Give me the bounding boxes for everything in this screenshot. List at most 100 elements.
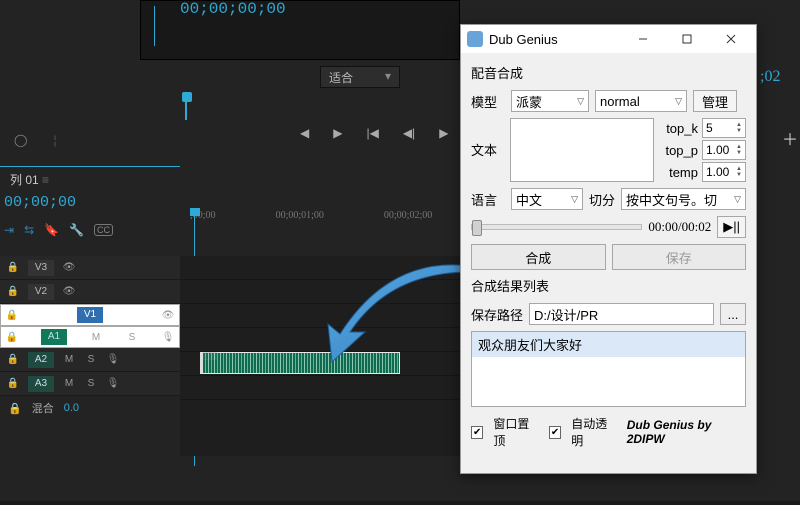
chevron-down-icon: ▽ [734, 194, 741, 205]
spinner-arrows-icon: ▲▼ [736, 166, 742, 178]
results-list[interactable]: 观众朋友们大家好 [471, 331, 746, 407]
lock-icon[interactable]: 🔒 [8, 402, 22, 415]
lock-icon[interactable]: 🔒 [5, 332, 19, 343]
lock-icon[interactable]: 🔒 [6, 262, 20, 273]
param-column: top_k 5▲▼ top_p 1.00▲▼ temp 1.00▲▼ [660, 118, 746, 182]
synth-button[interactable]: 合成 [471, 244, 606, 270]
go-start-icon[interactable]: |◀ [366, 126, 378, 140]
manage-button[interactable]: 管理 [693, 90, 737, 112]
lock-icon[interactable]: 🔒 [6, 378, 20, 389]
solo-button[interactable]: S [84, 378, 98, 389]
right-timecode: ;02 [760, 68, 780, 86]
track-headers: 🔒V3👁 🔒V2👁 🔒V1👁 🔒A1MS🎙 🔒A2MS🎙 🔒A3MS🎙 🔒混合0… [0, 256, 180, 420]
app-icon [467, 31, 483, 47]
mix-row[interactable]: 🔒混合0.0 [0, 396, 180, 420]
snap-icon[interactable]: ⇥ [4, 223, 14, 237]
play-pause-button[interactable]: ▶|| [717, 216, 746, 238]
lang-label: 语言 [471, 190, 505, 209]
track-a3[interactable]: 🔒A3MS🎙 [0, 372, 180, 396]
waveform [203, 353, 399, 373]
play-icon[interactable]: ▶ [439, 126, 448, 140]
minimize-button[interactable] [624, 25, 662, 53]
spinner-arrows-icon: ▲▼ [736, 144, 742, 156]
temp-label: temp [660, 165, 698, 180]
save-path-input[interactable]: D:/设计/PR [529, 303, 714, 325]
playback-slider[interactable] [471, 224, 642, 230]
voiceover-icon[interactable]: 🎙 [161, 332, 175, 343]
mark-out-icon[interactable]: ▶ [333, 126, 342, 140]
solo-button[interactable]: S [125, 332, 139, 343]
slider-thumb[interactable] [472, 220, 482, 236]
track-v3[interactable]: 🔒V3👁 [0, 256, 180, 280]
lock-icon[interactable]: 🔒 [6, 286, 20, 297]
section-results-header: 合成结果列表 [471, 276, 746, 295]
topmost-label: 窗口置顶 [493, 415, 538, 449]
monitor-playhead[interactable] [182, 92, 192, 102]
path-label: 保存路径 [471, 305, 523, 324]
mute-button[interactable]: M [62, 354, 76, 365]
sequence-timecode[interactable]: 00;00;00 [4, 194, 76, 211]
text-input[interactable] [510, 118, 654, 182]
close-button[interactable] [712, 25, 750, 53]
timeline-ruler[interactable]: ;00;00 00;00;01;00 00;00;02;00 [190, 210, 432, 224]
voiceover-icon[interactable]: 🎙 [106, 378, 120, 389]
eye-icon[interactable]: 👁 [161, 310, 175, 321]
dub-genius-window[interactable]: Dub Genius 配音合成 模型 派蒙▽ normal▽ 管理 文本 top… [460, 24, 757, 474]
chevron-down-icon: ▽ [577, 96, 584, 107]
window-title: Dub Genius [489, 32, 558, 47]
step-back-icon[interactable]: ◀| [403, 126, 415, 140]
split-select[interactable]: 按中文句号。切▽ [621, 188, 746, 210]
footer-row: ✔ 窗口置顶 ✔ 自动透明 Dub Genius by 2DIPW [471, 415, 746, 449]
spinner-arrows-icon: ▲▼ [736, 122, 742, 134]
titlebar[interactable]: Dub Genius [461, 25, 756, 53]
solo-button[interactable]: S [84, 354, 98, 365]
sequence-tab[interactable]: 列 01 ≡ [0, 166, 180, 192]
wrench-icon[interactable]: 🔧 [69, 223, 84, 237]
track-a1[interactable]: 🔒A1MS🎙 [0, 326, 180, 348]
topmost-checkbox[interactable]: ✔ [471, 426, 483, 439]
lock-icon[interactable]: 🔒 [6, 354, 20, 365]
playback-time: 00:00/00:02 [648, 219, 711, 235]
mute-button[interactable]: M [89, 332, 103, 343]
audio-clip[interactable]: 蒋 [200, 352, 400, 374]
window-body: 配音合成 模型 派蒙▽ normal▽ 管理 文本 top_k 5▲▼ top_p… [461, 53, 756, 457]
voiceover-icon[interactable]: 🎙 [106, 354, 120, 365]
mode-select[interactable]: normal▽ [595, 90, 687, 112]
lang-select[interactable]: 中文▽ [511, 188, 583, 210]
transparent-label: 自动透明 [571, 415, 616, 449]
text-label: 文本 [471, 140, 504, 159]
mute-button[interactable]: M [62, 378, 76, 389]
track-a2[interactable]: 🔒A2MS🎙 [0, 348, 180, 372]
temp-spinner[interactable]: 1.00▲▼ [702, 162, 746, 182]
maximize-button[interactable] [668, 25, 706, 53]
link-icon[interactable]: ⇆ [24, 223, 34, 237]
credit-label: Dub Genius by 2DIPW [627, 418, 746, 446]
topk-spinner[interactable]: 5▲▼ [702, 118, 746, 138]
topk-label: top_k [660, 121, 698, 136]
cc-icon[interactable]: CC [94, 224, 113, 236]
browse-button[interactable]: ... [720, 303, 746, 325]
result-item[interactable]: 观众朋友们大家好 [472, 332, 745, 357]
eye-icon[interactable]: 👁 [62, 286, 76, 297]
chevron-down-icon: ▽ [571, 194, 578, 205]
model-label: 模型 [471, 92, 505, 111]
topp-label: top_p [660, 143, 698, 158]
monitor-timecode[interactable]: 00;00;00;00 [180, 0, 286, 18]
lock-icon[interactable]: 🔒 [5, 310, 19, 321]
track-v1[interactable]: 🔒V1👁 [0, 304, 180, 326]
topp-spinner[interactable]: 1.00▲▼ [702, 140, 746, 160]
fit-dropdown[interactable]: 适合 [320, 66, 400, 88]
marker-icon[interactable]: 🔖 [44, 223, 59, 237]
ruler-tick: 00;00;01;00 [276, 210, 324, 224]
timeline-tools: ⇥ ⇆ 🔖 🔧 CC [4, 218, 184, 242]
eye-icon[interactable]: 👁 [62, 262, 76, 273]
mark-in-icon[interactable]: ◀ [300, 126, 309, 140]
save-button[interactable]: 保存 [612, 244, 747, 270]
section-synth-header: 配音合成 [471, 63, 746, 82]
add-button-icon[interactable]: ＋ [782, 126, 798, 150]
transparent-checkbox[interactable]: ✔ [549, 426, 561, 439]
track-v2[interactable]: 🔒V2👁 [0, 280, 180, 304]
record-icon[interactable]: ◯ [14, 133, 27, 147]
model-select[interactable]: 派蒙▽ [511, 90, 589, 112]
timeline-playhead[interactable] [190, 208, 200, 216]
